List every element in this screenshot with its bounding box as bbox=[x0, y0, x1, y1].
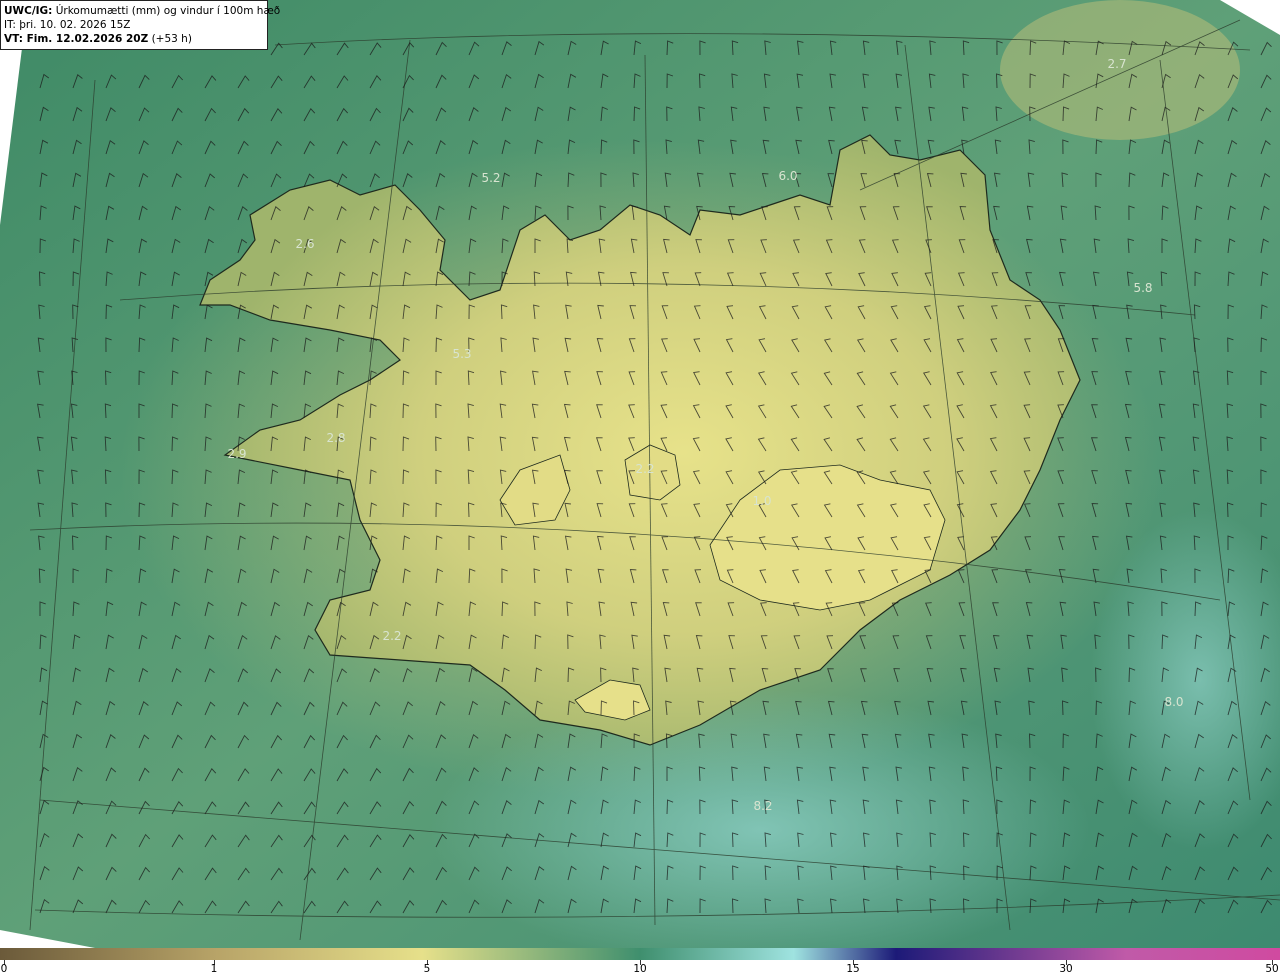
precip-value-label: 8.2 bbox=[753, 799, 772, 813]
colorbar-tick-label: 50 bbox=[1265, 963, 1279, 975]
colorbar-tick-label: 30 bbox=[1059, 963, 1073, 975]
colorbar: 0 1 5 10 15 30 50 bbox=[0, 948, 1280, 978]
map-info-box: UWC/IG: Úrkomumætti (mm) og vindur í 100… bbox=[0, 0, 280, 50]
product-title: Úrkomumætti (mm) og vindur í 100m hæð bbox=[52, 5, 281, 17]
precip-value-label: 2.7 bbox=[1107, 57, 1126, 71]
precip-value-label: 5.3 bbox=[452, 347, 471, 361]
colorbar-tick-label: 15 bbox=[846, 963, 860, 975]
precip-value-label: 2.2 bbox=[382, 629, 401, 643]
colorbar-tick-label: 0 bbox=[0, 963, 8, 975]
valid-time: VT: Fim. 12.02.2026 20Z bbox=[4, 33, 149, 45]
valid-time-row: VT: Fim. 12.02.2026 20Z (+53 h) bbox=[4, 32, 264, 46]
product-title-row: UWC/IG: Úrkomumætti (mm) og vindur í 100… bbox=[4, 4, 280, 18]
colorbar-tick-label: 1 bbox=[210, 963, 218, 975]
precip-value-label: 1.0 bbox=[752, 494, 771, 508]
precip-value-label: 5.2 bbox=[481, 171, 500, 185]
product-code: UWC/IG: bbox=[4, 5, 53, 17]
precipitation-map: 5.2 6.0 2.7 2.6 5.8 5.3 2.8 2.9 2.2 1.0 2.2 8.0 8.2 bbox=[0, 0, 1280, 948]
precip-value-label: 2.9 bbox=[227, 447, 246, 461]
precip-value-label: 5.8 bbox=[1133, 281, 1152, 295]
forecast-lead: (+53 h) bbox=[148, 33, 192, 45]
precip-value-label: 2.8 bbox=[326, 431, 345, 445]
colorbar-gradient bbox=[0, 948, 1280, 960]
precip-value-label: 8.0 bbox=[1164, 695, 1183, 709]
precip-value-label: 2.2 bbox=[635, 462, 654, 476]
colorbar-tick-label: 5 bbox=[423, 963, 431, 975]
precip-value-label: 2.6 bbox=[295, 237, 314, 251]
colorbar-tick-label: 10 bbox=[633, 963, 647, 975]
precip-value-label: 6.0 bbox=[778, 169, 797, 183]
init-time: IT: þri. 10. 02. 2026 15Z bbox=[4, 19, 131, 31]
